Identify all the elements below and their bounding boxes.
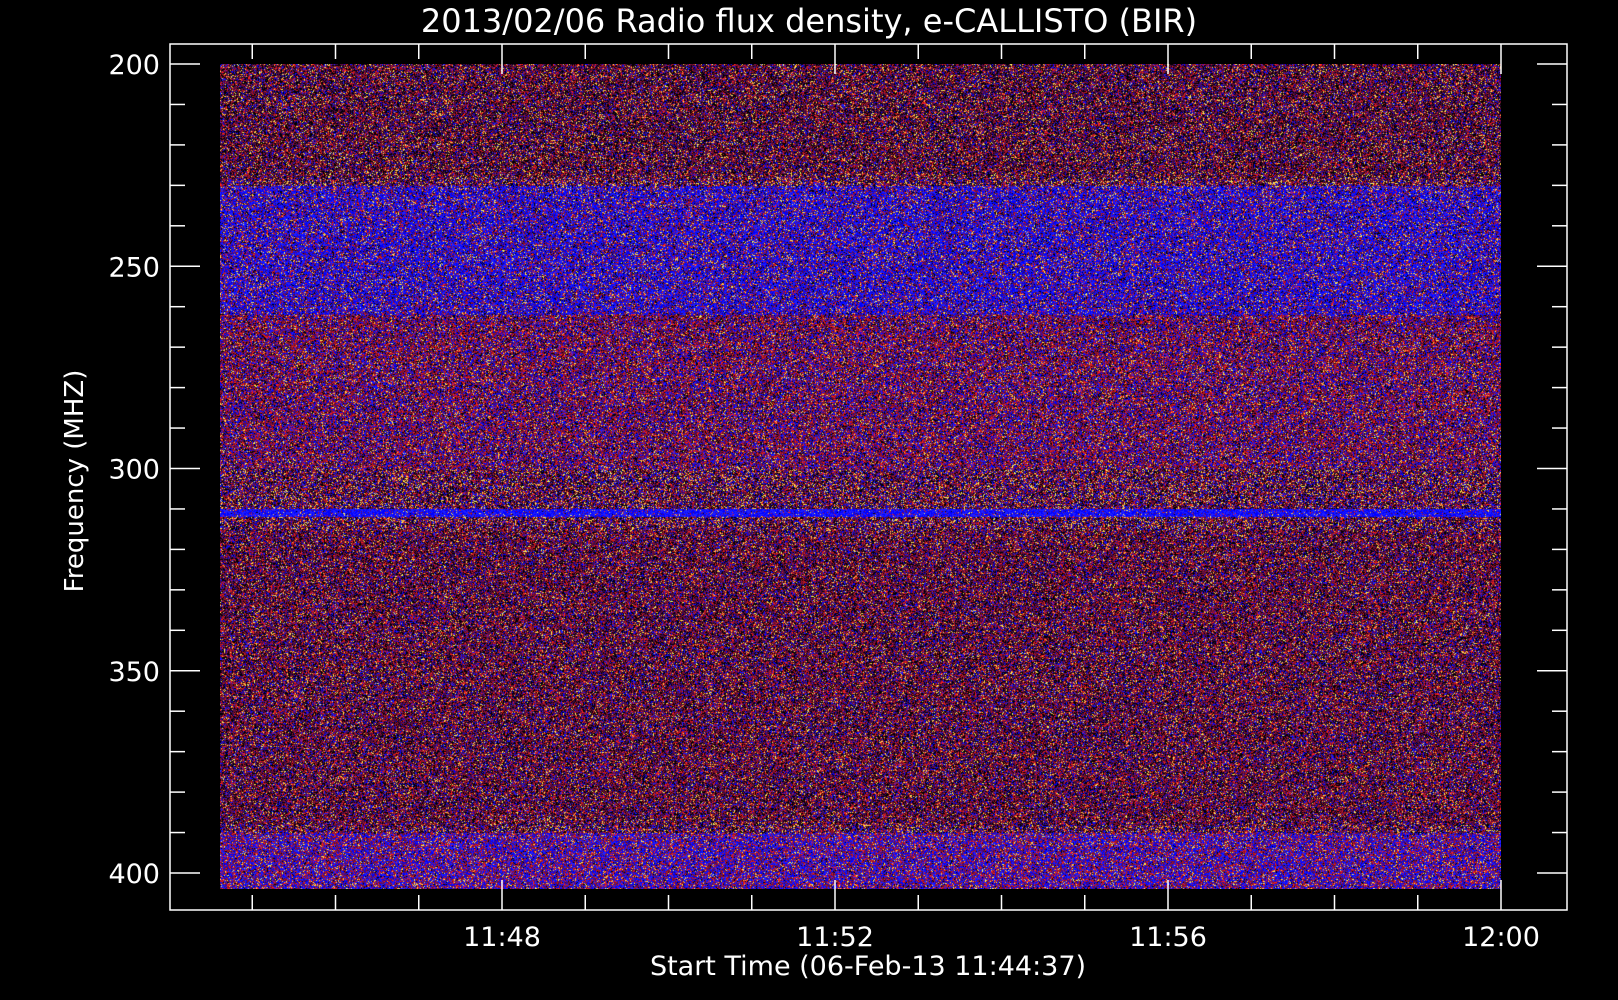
- y-tick-label: 400: [108, 859, 160, 890]
- y-tick-label: 350: [108, 657, 160, 688]
- y-axis-label: Frequency (MHZ): [60, 370, 90, 593]
- y-tick-label: 300: [108, 455, 160, 486]
- chart-svg: 2013/02/06 Radio flux density, e-CALLIST…: [60, 2, 1568, 982]
- x-tick-label: 11:56: [1129, 922, 1207, 953]
- y-axis-ticks: 200 250 300 350 400: [108, 50, 1567, 890]
- y-tick-label: 200: [108, 50, 160, 81]
- x-tick-label: 12:00: [1462, 922, 1540, 953]
- plot-frame: [169, 43, 1568, 911]
- x-tick-label: 11:52: [796, 922, 874, 953]
- x-axis-ticks: 11:48 11:52 11:56 12:00: [251, 44, 1540, 953]
- x-tick-label: 11:48: [463, 922, 541, 953]
- x-axis-label: Start Time (06-Feb-13 11:44:37): [650, 951, 1086, 982]
- y-tick-label: 250: [108, 252, 160, 283]
- chart-title: 2013/02/06 Radio flux density, e-CALLIST…: [421, 2, 1197, 40]
- spectrogram-chart: 2013/02/06 Radio flux density, e-CALLIST…: [0, 0, 1618, 1000]
